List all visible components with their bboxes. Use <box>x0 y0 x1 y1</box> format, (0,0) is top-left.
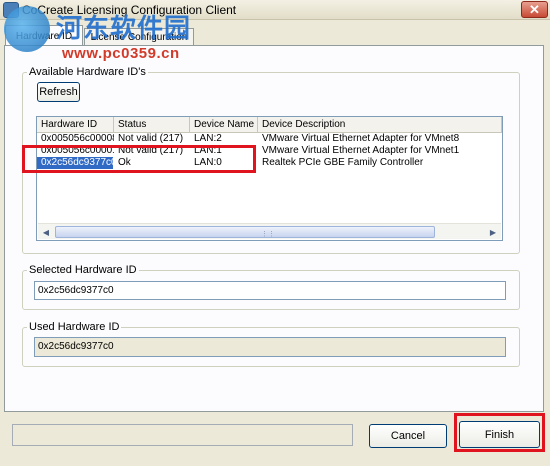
device-description-cell: VMware Virtual Ethernet Adapter for VMne… <box>262 133 460 144</box>
column-header-status[interactable]: Status <box>114 117 190 133</box>
status-cell: Not valid (217) <box>118 133 184 144</box>
device-name-cell: LAN:2 <box>194 133 222 144</box>
cancel-button[interactable]: Cancel <box>369 424 447 448</box>
watermark-url: www.pc0359.cn <box>62 45 180 62</box>
grip-icon: ⋮⋮ <box>261 231 275 238</box>
scrollbar-thumb[interactable]: ⋮⋮ <box>55 226 435 238</box>
used-hardware-id-field: 0x2c56dc9377c0 <box>34 337 506 357</box>
refresh-button[interactable]: Refresh <box>37 82 80 102</box>
selected-hardware-label: Selected Hardware ID <box>27 264 139 276</box>
device-description-cell: VMware Virtual Ethernet Adapter for VMne… <box>262 145 460 156</box>
device-description-cell: Realtek PCIe GBE Family Controller <box>262 157 424 168</box>
highlight-box <box>22 145 256 173</box>
table-row[interactable]: 0x005056c00008 Not valid (217) LAN:2 VMw… <box>37 133 502 145</box>
close-icon: ✕ <box>529 1 540 17</box>
finish-highlight-box <box>454 413 545 452</box>
scroll-right-icon[interactable]: ▶ <box>485 225 501 239</box>
used-hardware-label: Used Hardware ID <box>27 321 122 333</box>
hardware-list[interactable]: Hardware ID Status Device Name Device De… <box>36 116 503 241</box>
watermark-logo <box>4 6 50 52</box>
cancel-label: Cancel <box>390 430 426 442</box>
available-hardware-label: Available Hardware ID's <box>27 66 148 78</box>
horizontal-scrollbar[interactable]: ◀ ⋮⋮ ▶ <box>38 223 501 239</box>
close-button[interactable]: ✕ <box>521 1 548 18</box>
selected-hardware-id-field[interactable]: 0x2c56dc9377c0 <box>34 281 506 300</box>
column-header-hardware-id[interactable]: Hardware ID <box>37 117 114 133</box>
column-header-device-description[interactable]: Device Description <box>258 117 502 133</box>
column-header-device-name[interactable]: Device Name <box>190 117 258 133</box>
refresh-label: Refresh <box>39 86 78 98</box>
scroll-left-icon[interactable]: ◀ <box>38 225 54 239</box>
watermark-text: 河东软件园 <box>56 13 192 43</box>
status-field <box>12 424 353 446</box>
hardware-id-cell: 0x005056c00008 <box>41 133 114 144</box>
